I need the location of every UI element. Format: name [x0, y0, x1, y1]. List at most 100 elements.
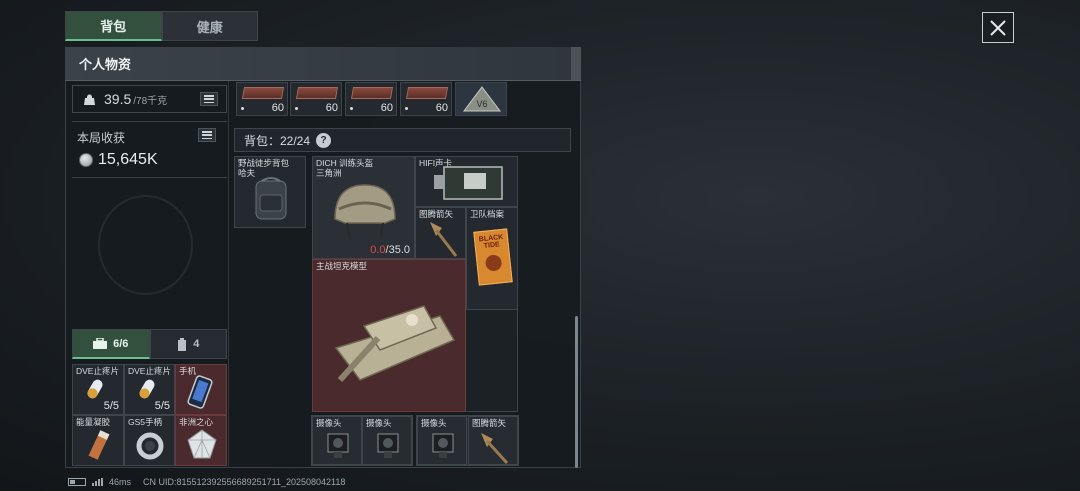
ping-value: 46ms: [109, 477, 132, 487]
weight-list-icon[interactable]: [200, 92, 218, 106]
ammo-item[interactable]: 60: [400, 82, 452, 116]
item-name: DICH 训练头盔 三角洲: [316, 158, 374, 178]
pouch-tab-bar: 6/6 4: [72, 329, 227, 359]
item-name: 摄像头: [366, 418, 392, 428]
grid-item-arrow[interactable]: 图腾箭矢: [468, 416, 518, 465]
arrow-icon: [430, 222, 458, 257]
item-name: 非洲之心: [179, 417, 214, 427]
durability-current: 0.0: [370, 244, 386, 256]
panel-title: 个人物资: [65, 47, 581, 81]
status-bar: 46ms CN UID:815512392556689251711_202508…: [68, 477, 345, 487]
harvest-value: 15,645K: [98, 151, 158, 168]
tab-pouch-canister[interactable]: 4: [149, 329, 227, 359]
item-qty: 5/5: [103, 400, 119, 412]
arrow-icon: [481, 433, 509, 464]
top-tab-bar: 背包 健康: [65, 11, 258, 41]
pouch-item[interactable]: 非洲之心: [175, 415, 227, 466]
pouch-item[interactable]: DVE止疼片 5/5: [124, 364, 175, 415]
grid-item-camera[interactable]: 摄像头: [362, 416, 412, 465]
rarity-dot: [350, 107, 353, 110]
triangle-badge-icon: V6: [463, 86, 501, 112]
tab-backpack[interactable]: 背包: [65, 11, 162, 41]
ammo-icon: [350, 87, 394, 99]
ammo-item[interactable]: 60: [345, 82, 397, 116]
item-name: DVE止疼片: [76, 366, 119, 376]
item-name: 图腾箭矢: [472, 418, 507, 428]
item-qty: 60: [325, 102, 338, 114]
item-name: DVE止疼片: [128, 366, 171, 376]
ammo-item[interactable]: 60: [290, 82, 342, 116]
backpack-icon: [255, 177, 287, 220]
backpack-capacity-label: 背包：22/24: [244, 133, 311, 148]
grid-item-hifi[interactable]: HIFI声卡: [415, 156, 518, 207]
backpack-capacity-bar: 背包：22/24 ?: [234, 128, 571, 152]
weight-icon: [84, 94, 95, 105]
controller-icon: [136, 432, 164, 460]
grid-item-camera[interactable]: 摄像头: [417, 416, 467, 465]
gel-icon: [88, 430, 110, 460]
ammo-item[interactable]: 60: [236, 82, 288, 116]
backpack-equipment[interactable]: 野战徒步背包 哈夫: [234, 156, 306, 228]
grid-item-tank[interactable]: 主战坦克模型: [312, 259, 466, 412]
phone-icon: [187, 375, 213, 409]
item-qty: 60: [435, 102, 448, 114]
harvest-label: 本局收获: [77, 131, 126, 145]
pouch-item[interactable]: 手机: [175, 364, 227, 415]
diamond-icon: [187, 429, 217, 459]
item-name: 主战坦克模型: [316, 261, 368, 271]
weight-display: 39.5 /78千克: [72, 85, 227, 113]
help-icon[interactable]: ?: [316, 132, 332, 148]
item-qty: 60: [271, 102, 284, 114]
camera-icon: [377, 433, 399, 458]
camera-icon: [432, 433, 454, 458]
coin-icon: [79, 153, 93, 167]
uid-text: CN UID:815512392556689251711_20250804211…: [143, 477, 346, 487]
grid-item-helmet[interactable]: DICH 训练头盔 三角洲 0.0/35.0: [312, 156, 415, 259]
ammo-icon: [405, 87, 449, 99]
toolbox-icon: [93, 338, 108, 349]
item-name: GS5手柄: [128, 417, 163, 427]
emblem-watermark-icon: [98, 195, 193, 295]
close-button[interactable]: [982, 12, 1014, 43]
badge-text: V6: [476, 99, 487, 109]
pouch-item[interactable]: GS5手柄: [124, 415, 175, 466]
rarity-dot: [405, 107, 408, 110]
durability-max: /35.0: [385, 244, 410, 256]
badge-item[interactable]: V6: [455, 82, 507, 116]
tank-icon: [334, 305, 456, 383]
file-label: BLACK TIDE: [478, 233, 504, 250]
pouch-tab-label: 4: [193, 338, 200, 350]
divider: [72, 177, 227, 178]
divider: [72, 121, 227, 122]
ammo-icon: [295, 87, 339, 99]
harvest-list-icon[interactable]: [198, 128, 216, 142]
rarity-dot: [241, 107, 244, 110]
item-name: 摄像头: [316, 418, 342, 428]
tab-pouch-toolbox[interactable]: 6/6: [72, 329, 150, 359]
item-name: 卫队档案: [470, 209, 505, 219]
item-name: 摄像头: [421, 418, 447, 428]
helmet-icon: [334, 184, 396, 238]
rarity-dot: [295, 107, 298, 110]
battery-icon: [68, 478, 86, 486]
item-qty: 60: [380, 102, 393, 114]
weight-current: 39.5: [104, 91, 132, 107]
item-qty: 5/5: [154, 400, 170, 412]
weight-max: /78千克: [133, 95, 168, 107]
item-name: 能量凝胶: [76, 417, 111, 427]
durability: 0.0/35.0: [370, 244, 410, 256]
pouch-tab-label: 6/6: [113, 337, 129, 350]
ammo-icon: [241, 87, 285, 99]
pouch-item[interactable]: 能量凝胶: [72, 415, 124, 466]
pouch-item[interactable]: DVE止疼片 5/5: [72, 364, 124, 415]
grid-item-camera[interactable]: 摄像头: [312, 416, 362, 465]
file-icon: BLACK TIDE: [473, 228, 513, 286]
grid-item-arrow[interactable]: 图腾箭矢: [415, 207, 466, 259]
signal-icon: [92, 478, 103, 486]
camera-icon: [327, 433, 349, 458]
close-icon: [990, 19, 1006, 36]
scrollbar[interactable]: [575, 316, 578, 468]
grid-item-file[interactable]: 卫队档案 BLACK TIDE: [466, 207, 518, 310]
tab-health[interactable]: 健康: [161, 11, 258, 41]
canister-icon: [178, 337, 187, 351]
